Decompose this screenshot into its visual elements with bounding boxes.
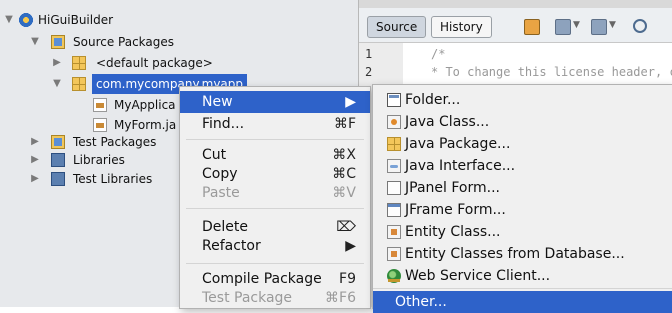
shortcut-label: ⌘F6 [325, 290, 356, 306]
expand-right-icon[interactable]: ▶ [52, 53, 62, 73]
jpanel-form-icon [387, 181, 401, 195]
menu-item-test-package[interactable]: Test Package ⌘F6 [180, 287, 370, 309]
shortcut-label: ⌘F [333, 116, 356, 132]
java-form-icon [93, 118, 107, 132]
menu-separator [186, 263, 364, 264]
history-tab[interactable]: History [431, 16, 492, 38]
code-line[interactable]: /* [431, 47, 445, 61]
entity-class-icon [387, 225, 401, 239]
java-form-icon [93, 98, 107, 112]
tree-label-source-packages: Source Packages [73, 35, 175, 49]
jframe-form-icon [387, 203, 401, 217]
project-icon [19, 13, 33, 27]
java-package-icon [387, 137, 401, 151]
context-menu: New ▶ Find... ⌘F Cut ⌘X Copy ⌘C Paste ⌘V… [179, 86, 371, 309]
submenu-item-java-class[interactable]: Java Class... [373, 111, 672, 133]
java-interface-icon [387, 159, 401, 173]
submenu-item-web-service-client[interactable]: Web Service Client... [373, 265, 672, 287]
submenu-item-java-interface[interactable]: Java Interface... [373, 155, 672, 177]
menu-item-new[interactable]: New ▶ [180, 91, 370, 113]
tree-node-default-package[interactable]: ▶ <default package> [0, 53, 358, 73]
back-icon[interactable] [555, 19, 571, 35]
test-folder-icon [51, 135, 65, 149]
menu-separator [186, 208, 364, 209]
tree-node-source-packages[interactable]: ▼ Source Packages [0, 32, 358, 52]
entity-db-icon [387, 247, 401, 261]
library-icon [51, 153, 65, 167]
tree-label-libraries: Libraries [73, 153, 125, 167]
submenu-item-other[interactable]: Other... [373, 291, 672, 313]
tree-label-default-package: <default package> [96, 56, 213, 70]
menu-item-paste[interactable]: Paste ⌘V [180, 182, 370, 204]
new-submenu: Folder... Java Class... Java Package... … [372, 84, 672, 313]
source-tab[interactable]: Source [367, 16, 427, 38]
editor-toolbar: Source History ▼ ▼ [359, 8, 672, 43]
line-number: 2 [365, 65, 373, 79]
expand-down-icon[interactable]: ▼ [4, 10, 14, 30]
tree-label-test-packages: Test Packages [73, 135, 157, 149]
submenu-item-entity-classes-from-database[interactable]: Entity Classes from Database... [373, 243, 672, 265]
menu-separator [373, 288, 672, 289]
tree-label-project: HiGuiBuilder [38, 13, 114, 27]
forward-dropdown-icon[interactable]: ▼ [609, 20, 616, 30]
submenu-item-jpanel-form[interactable]: JPanel Form... [373, 177, 672, 199]
submenu-item-java-package[interactable]: Java Package... [373, 133, 672, 155]
tree-node-project[interactable]: ▼ HiGuiBuilder [0, 10, 358, 30]
submenu-item-entity-class[interactable]: Entity Class... [373, 221, 672, 243]
menu-separator [186, 139, 364, 140]
submenu-arrow-icon: ▶ [345, 94, 356, 110]
expand-right-icon[interactable]: ▶ [30, 132, 40, 152]
submenu-arrow-icon: ▶ [345, 238, 356, 254]
tree-label-test-libraries: Test Libraries [73, 172, 153, 186]
expand-right-icon[interactable]: ▶ [30, 150, 40, 170]
folder-icon [387, 93, 401, 107]
package-icon [72, 56, 86, 70]
package-icon [72, 77, 86, 91]
forward-icon[interactable] [591, 19, 607, 35]
back-dropdown-icon[interactable]: ▼ [573, 20, 580, 30]
menu-item-find[interactable]: Find... ⌘F [180, 113, 370, 135]
shortcut-label: ⌘V [332, 185, 356, 201]
expand-down-icon[interactable]: ▼ [30, 32, 40, 52]
search-icon[interactable] [633, 19, 647, 33]
editor-tab-strip [359, 0, 672, 8]
code-line[interactable]: * To change this license header, ch [431, 65, 672, 79]
source-folder-icon [51, 35, 65, 49]
expand-right-icon[interactable]: ▶ [30, 169, 40, 189]
java-class-icon [387, 115, 401, 129]
tree-label-file-1: MyApplica [114, 98, 176, 112]
submenu-item-jframe-form[interactable]: JFrame Form... [373, 199, 672, 221]
menu-item-refactor[interactable]: Refactor ▶ [180, 235, 370, 257]
library-icon [51, 172, 65, 186]
web-service-icon [387, 269, 401, 283]
last-edit-icon[interactable] [524, 19, 540, 35]
line-number: 1 [365, 47, 373, 61]
expand-down-icon[interactable]: ▼ [52, 74, 62, 94]
submenu-item-folder[interactable]: Folder... [373, 89, 672, 111]
